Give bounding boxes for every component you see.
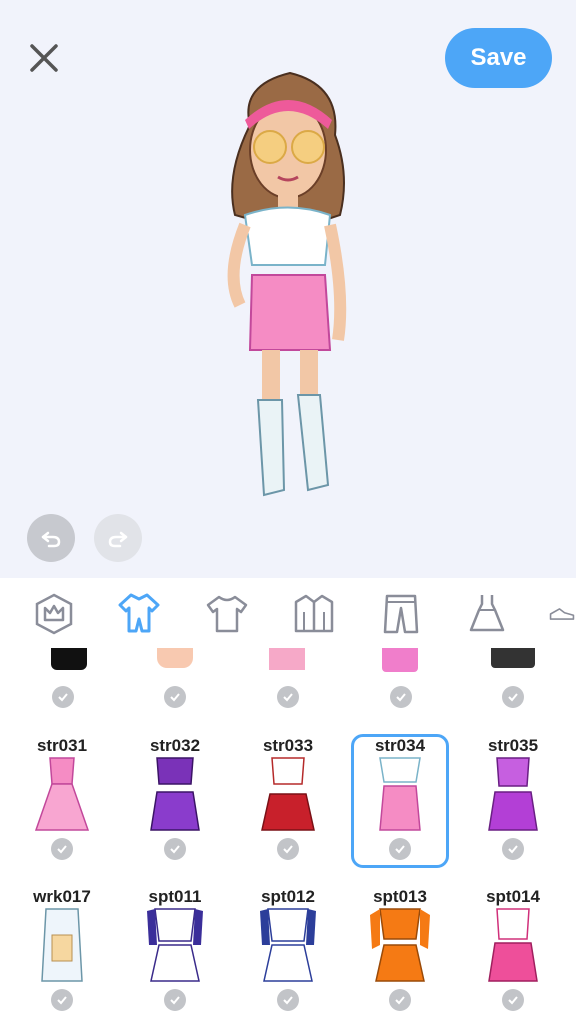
check-icon [502,989,524,1011]
check-icon [277,686,299,708]
outfit-code: spt012 [261,887,315,906]
outfit-code: spt014 [486,887,540,906]
check-icon [52,686,74,708]
outfit-code: spt011 [148,887,202,906]
outfit-thumbnail [488,757,538,831]
undo-icon [41,531,61,548]
avatar-stage: Save [0,0,576,578]
tab-outfits[interactable] [115,590,163,638]
check-icon [502,838,524,860]
avatar-preview [227,71,347,497]
redo-button[interactable] [94,514,142,562]
tshirt-icon [206,595,248,633]
tab-dresses[interactable] [463,590,511,638]
shoe-icon [549,608,575,620]
check-icon [164,838,186,860]
check-icon [164,989,186,1011]
check-icon [390,686,412,708]
outfit-bodysuit-icon [118,593,160,633]
check-icon [389,989,411,1011]
undo-button[interactable] [27,514,75,562]
outfit-item-spt014[interactable]: spt014 [463,887,563,1022]
tab-pants[interactable] [377,590,425,638]
outfit-thumbnail [488,908,538,982]
outfit-thumb-partial[interactable] [488,648,538,674]
outfit-code: spt013 [373,887,427,906]
outfit-code: str033 [262,736,314,755]
outfit-thumbnail [379,757,421,831]
outfit-thumbnail [261,757,315,831]
outfit-item-spt011[interactable]: spt011 [125,887,225,1022]
outfit-code: str032 [149,736,201,755]
category-tabs [0,578,576,648]
tab-tops[interactable] [203,590,251,638]
outfit-code: str034 [374,736,426,755]
outfit-thumbnail [260,908,316,982]
check-icon [389,838,411,860]
check-icon [277,989,299,1011]
outfit-code: wrk017 [33,887,91,906]
check-icon [277,838,299,860]
tab-shoes[interactable] [548,590,576,638]
outfit-grid: str031 str032 str033 str034 str035 wrk01… [0,648,576,1024]
crown-badge-icon [35,593,73,635]
outfit-thumb-partial[interactable] [375,648,425,674]
outfit-item-str034[interactable]: str034 [350,736,450,871]
close-icon [30,44,58,72]
check-icon [164,686,186,708]
outfit-code: str031 [36,736,88,755]
redo-icon [108,531,128,548]
outfit-item-str033[interactable]: str033 [238,736,338,871]
outfit-thumbnail [41,908,83,982]
outfit-thumbnail [147,908,203,982]
outfit-thumbnail [150,757,200,831]
close-button[interactable] [26,40,62,76]
outfit-thumb-partial[interactable] [262,648,312,674]
outfit-thumb-partial[interactable] [44,648,94,674]
save-button[interactable]: Save [445,28,552,88]
outfit-code: str035 [487,736,539,755]
jacket-icon [294,594,334,633]
outfit-item-spt013[interactable]: spt013 [350,887,450,1022]
tab-jackets[interactable] [290,590,338,638]
outfit-item-str035[interactable]: str035 [463,736,563,871]
check-icon [51,989,73,1011]
outfit-item-str032[interactable]: str032 [125,736,225,871]
outfit-item-spt012[interactable]: spt012 [238,887,338,1022]
pants-icon [383,594,419,634]
outfit-item-str031[interactable]: str031 [12,736,112,871]
dress-icon [469,595,505,632]
outfit-thumbnail [370,908,430,982]
check-icon [51,838,73,860]
outfit-thumbnail [34,757,90,831]
tab-accessories[interactable] [30,590,78,638]
check-icon [502,686,524,708]
outfit-item-wrk017[interactable]: wrk017 [12,887,112,1022]
outfit-thumb-partial[interactable] [150,648,200,674]
